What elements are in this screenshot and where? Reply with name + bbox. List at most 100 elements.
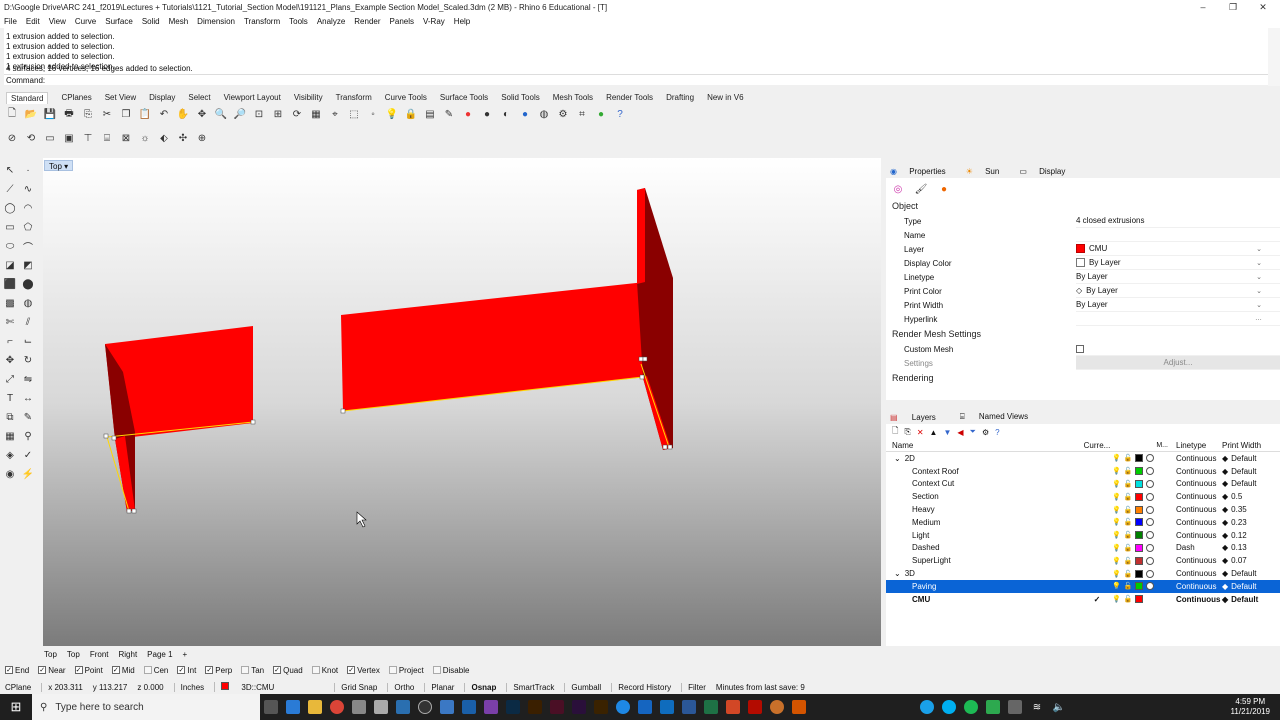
rotate-icon[interactable]: ↻ — [20, 352, 36, 368]
new-sublayer-icon[interactable]: ⎘ — [904, 427, 910, 437]
vp-tab-page1[interactable]: Page 1 — [147, 650, 172, 659]
menu-tools[interactable]: Tools — [289, 17, 308, 26]
layer-row[interactable]: SuperLight 💡 🔓 Continuous ◆ 0.07 — [886, 554, 1280, 567]
app-icon[interactable] — [436, 694, 458, 720]
layer-linetype[interactable]: Continuous — [1172, 595, 1222, 604]
layer-linetype[interactable]: Continuous — [1172, 556, 1222, 565]
copy-icon[interactable]: ❐ — [118, 106, 134, 122]
tray-icon[interactable] — [1004, 694, 1026, 720]
menu-file[interactable]: File — [4, 17, 17, 26]
material-swatch[interactable] — [1146, 543, 1155, 552]
tab-mesh-tools[interactable]: Mesh Tools — [553, 93, 593, 102]
osnap-near[interactable]: ✓ Near — [38, 666, 66, 675]
rotate-view-icon[interactable]: ⟳ — [289, 106, 305, 122]
osnap-mid[interactable]: ✓ Mid — [111, 666, 135, 675]
vp-tab-top-2[interactable]: Top — [67, 650, 80, 659]
vray-options-icon[interactable]: ⊘ — [4, 130, 20, 146]
layer-linetype[interactable]: Continuous — [1172, 505, 1222, 514]
layer-row[interactable]: CMU ✓ 💡 🔓 Continuous ◆ Default — [886, 593, 1280, 606]
current-layer[interactable]: 3D::CMU — [214, 682, 284, 692]
menu-help[interactable]: Help — [454, 17, 470, 26]
paste-icon[interactable]: 📋 — [137, 106, 153, 122]
menu-dimension[interactable]: Dimension — [197, 17, 235, 26]
vray-batch-icon[interactable]: ▣ — [61, 130, 77, 146]
tab-render-tools[interactable]: Render Tools — [606, 93, 653, 102]
layer-linetype[interactable]: Continuous — [1172, 492, 1222, 501]
tab-display-panel[interactable]: ▭ Display — [1019, 167, 1075, 176]
osnap-checkbox[interactable]: ✓ — [347, 666, 356, 674]
tab-display[interactable]: Display — [149, 93, 175, 102]
tab-visibility[interactable]: Visibility — [294, 93, 323, 102]
chevron-down-icon[interactable]: ⌄ — [1256, 301, 1262, 309]
freeform-icon[interactable]: ⌒ — [20, 238, 36, 254]
menu-vray[interactable]: V-Ray — [423, 17, 445, 26]
cplane-label[interactable]: CPlane — [5, 683, 31, 692]
osnap-vertex[interactable]: ✓ Vertex — [347, 666, 380, 675]
rhino-active-icon[interactable] — [370, 694, 392, 720]
maximize-button[interactable]: ❐ — [1218, 0, 1248, 14]
osnap-checkbox[interactable] — [241, 666, 250, 674]
point-icon[interactable]: ◦ — [365, 106, 381, 122]
osnap-checkbox[interactable]: ✓ — [74, 666, 83, 674]
chevron-down-icon[interactable]: ⌄ — [1256, 259, 1262, 267]
menu-edit[interactable]: Edit — [26, 17, 40, 26]
point-tool-icon[interactable]: · — [20, 162, 36, 178]
wifi-icon[interactable]: ≋ — [1026, 694, 1048, 720]
layer-row[interactable]: Medium 💡 🔓 Continuous ◆ 0.23 — [886, 516, 1280, 529]
bulb-icon[interactable]: 💡 — [1112, 531, 1121, 539]
layer-linetype[interactable]: Dash — [1172, 543, 1222, 552]
prop-custom-mesh[interactable]: Custom Mesh — [886, 342, 1280, 356]
box-icon[interactable]: ⬛ — [2, 276, 18, 292]
arc-icon[interactable]: ◠ — [20, 200, 36, 216]
layer-row[interactable]: ⌄ 3D 💡 🔓 Continuous ◆ Default — [886, 567, 1280, 580]
polyline-icon[interactable]: ⟋ — [2, 181, 18, 197]
ghosted-icon[interactable]: ◍ — [536, 106, 552, 122]
chevron-down-icon[interactable]: ⌄ — [1256, 287, 1262, 295]
analyze-icon[interactable]: ⚲ — [20, 428, 36, 444]
layer-print-width[interactable]: Default — [1231, 595, 1258, 604]
osnap-checkbox[interactable]: ✓ — [205, 666, 214, 674]
surface-icon[interactable]: ◪ — [2, 257, 18, 273]
layer-linetype[interactable]: Continuous — [1172, 479, 1222, 488]
layer-print-width[interactable]: 0.12 — [1231, 531, 1247, 540]
tab-named-views[interactable]: ⌸ Named Views — [960, 412, 1040, 422]
wall-right-top[interactable] — [637, 188, 645, 284]
rectangle-icon[interactable]: ▭ — [2, 219, 18, 235]
menu-transform[interactable]: Transform — [244, 17, 280, 26]
options-icon[interactable]: ⚙ — [555, 106, 571, 122]
lock-icon[interactable]: 🔓 — [1124, 595, 1133, 603]
zoom-selected-icon[interactable]: ⊞ — [270, 106, 286, 122]
osnap-disable[interactable]: Disable — [432, 666, 469, 675]
fillet-icon[interactable]: ⌐ — [2, 333, 18, 349]
osnap-tan[interactable]: Tan — [241, 666, 264, 675]
menu-mesh[interactable]: Mesh — [169, 17, 189, 26]
vp-tab-top[interactable]: Top — [44, 650, 57, 659]
move-down-icon[interactable]: ▼ — [943, 428, 951, 437]
tab-transform[interactable]: Transform — [336, 93, 372, 102]
osnap-checkbox[interactable]: ✓ — [38, 666, 47, 674]
taskbar-search[interactable]: ⚲ Type here to search — [32, 694, 260, 720]
smarttrack-toggle[interactable]: SmartTrack — [506, 682, 554, 692]
osnap-cen[interactable]: Cen — [143, 666, 168, 675]
ellipse-icon[interactable]: ⬭ — [2, 238, 18, 254]
bulb-icon[interactable]: 💡 — [1112, 454, 1121, 462]
layer-color-swatch[interactable] — [1135, 467, 1144, 476]
layer-color-swatch[interactable] — [1135, 582, 1144, 591]
print-color-icon[interactable]: ◆ — [1222, 467, 1228, 476]
osnap-knot[interactable]: Knot — [311, 666, 338, 675]
clock[interactable]: 4:59 PM 11/21/2019 — [1231, 697, 1270, 717]
tab-cplanes[interactable]: CPlanes — [61, 93, 91, 102]
print-color-icon[interactable]: ◆ — [1222, 492, 1228, 501]
lock-icon[interactable]: 🔓 — [1124, 518, 1133, 526]
bulb-icon[interactable]: 💡 — [1112, 595, 1121, 603]
osnap-checkbox[interactable] — [388, 666, 397, 674]
photos-icon[interactable] — [634, 694, 656, 720]
filter-toggle[interactable]: Filter — [681, 682, 706, 692]
layer-color-swatch[interactable] — [1135, 595, 1144, 604]
select-icon[interactable]: ⬚ — [346, 106, 362, 122]
osnap-quad[interactable]: ✓ Quad — [273, 666, 303, 675]
tray-gdrive-icon[interactable] — [982, 694, 1004, 720]
four-view-icon[interactable]: ▦ — [308, 106, 324, 122]
properties-icon[interactable]: ✎ — [441, 106, 457, 122]
material-swatch[interactable] — [1146, 582, 1155, 591]
